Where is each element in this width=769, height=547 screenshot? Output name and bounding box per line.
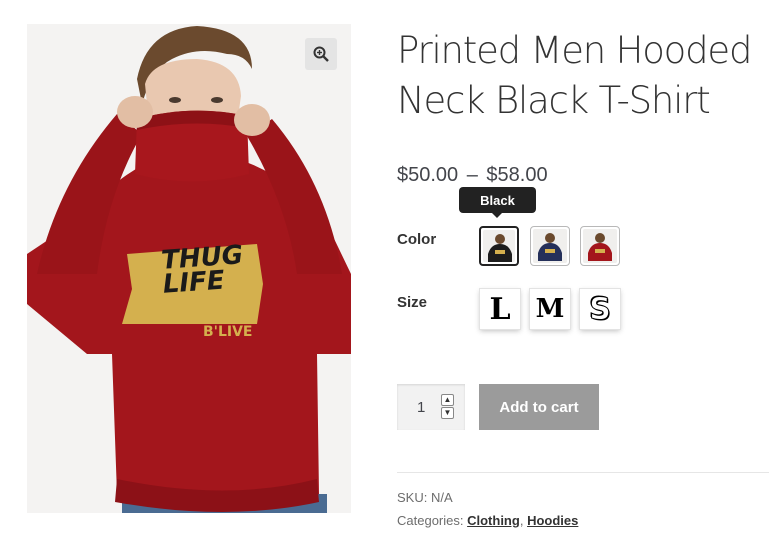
product-categories: Categories: Clothing, Hoodies <box>397 513 578 528</box>
shirt-print-text: THUG LIFE <box>160 240 245 300</box>
zoom-icon <box>313 46 329 62</box>
sku-value: N/A <box>430 490 453 505</box>
zoom-button[interactable] <box>305 38 337 70</box>
size-option-s[interactable]: S <box>580 289 620 329</box>
size-option-l[interactable]: L <box>480 289 520 329</box>
color-swatch-navy[interactable] <box>530 226 570 266</box>
quantity-input[interactable]: 1 <box>417 399 425 416</box>
price-range: $50.00 – $58.00 <box>397 164 548 187</box>
quantity-stepper[interactable]: 1 ▲ ▼ <box>397 384 465 430</box>
quantity-decrement-button[interactable]: ▼ <box>441 407 454 419</box>
hoodie-thumbnail-navy <box>538 233 562 261</box>
color-swatch-black[interactable] <box>479 226 519 266</box>
category-link-hoodies[interactable]: Hoodies <box>527 513 578 528</box>
divider <box>397 472 769 473</box>
shirt-print-subtext: B'LIVE <box>203 324 253 340</box>
categories-label: Categories: <box>397 513 464 528</box>
size-option-m[interactable]: M <box>530 289 570 329</box>
price-max: $58.00 <box>486 164 548 186</box>
product-sku: SKU: N/A <box>397 490 453 505</box>
price-separator: – <box>466 164 478 186</box>
price-min: $50.00 <box>397 164 459 186</box>
color-label: Color <box>397 231 437 248</box>
category-separator: , <box>519 513 524 528</box>
category-link-clothing[interactable]: Clothing <box>467 513 520 528</box>
hoodie-thumbnail-red <box>588 233 612 261</box>
size-label: Size <box>397 294 428 311</box>
color-swatch-red[interactable] <box>580 226 620 266</box>
color-tooltip: Black <box>459 187 536 218</box>
sku-label: SKU: <box>397 490 428 505</box>
add-to-cart-button[interactable]: Add to cart <box>479 384 599 430</box>
product-title: Printed Men Hooded Neck Black T-Shirt <box>397 29 752 122</box>
hoodie-thumbnail-black <box>488 234 512 262</box>
quantity-increment-button[interactable]: ▲ <box>441 394 454 406</box>
product-image[interactable]: THUG LIFE B'LIVE <box>27 24 351 513</box>
